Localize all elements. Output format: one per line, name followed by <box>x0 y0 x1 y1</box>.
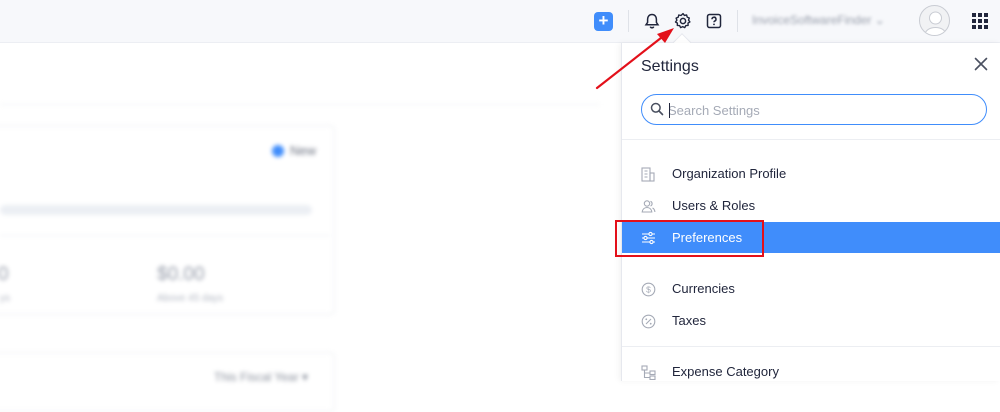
building-icon <box>640 166 656 182</box>
divider <box>628 10 629 32</box>
dollar-circle-icon: $ <box>640 281 656 297</box>
search-icon <box>650 102 664 116</box>
divider <box>622 139 1000 140</box>
menu-item-label: Taxes <box>672 313 706 328</box>
receivables-card <box>0 125 335 315</box>
menu-item-label: Preferences <box>672 230 743 245</box>
help-icon[interactable] <box>703 10 725 32</box>
new-badge-dot <box>272 145 284 157</box>
amount-right: $0.00 <box>157 264 205 285</box>
menu-item-expense-category[interactable]: Expense Category <box>622 356 1000 387</box>
menu-item-taxes[interactable]: Taxes <box>622 305 1000 336</box>
text-cursor <box>669 103 670 118</box>
menu-item-label: Expense Category <box>672 364 779 379</box>
menu-item-label: Organization Profile <box>672 166 787 181</box>
panel-title: Settings <box>641 58 699 75</box>
search-settings-field[interactable] <box>641 94 987 125</box>
amount-left: 0 <box>0 264 9 285</box>
menu-item-users-roles[interactable]: Users & Roles <box>622 190 1000 221</box>
organization-switcher[interactable]: InvoiceSoftwareFinder ⌄ <box>752 13 885 27</box>
search-settings-input[interactable] <box>668 100 978 120</box>
plus-icon[interactable]: + <box>594 12 613 31</box>
bell-icon[interactable] <box>641 10 663 32</box>
menu-item-organization-profile[interactable]: Organization Profile <box>622 158 1000 189</box>
hierarchy-icon <box>640 364 656 380</box>
settings-panel: Settings Organization Profile Users & Ro… <box>621 43 1000 381</box>
avatar[interactable] <box>919 5 950 36</box>
divider <box>0 104 600 105</box>
percent-circle-icon <box>640 313 656 329</box>
sliders-icon <box>640 230 656 246</box>
caption-left: ys <box>0 293 10 304</box>
menu-item-currencies[interactable]: $ Currencies <box>622 273 1000 304</box>
grid-icon[interactable] <box>972 13 988 29</box>
menu-item-preferences[interactable]: Preferences <box>622 222 1000 253</box>
divider <box>622 346 1000 347</box>
top-bar: + InvoiceSoftwareFinder ⌄ <box>0 0 1000 43</box>
progress-bar <box>0 205 312 215</box>
menu-item-label: Currencies <box>672 281 735 296</box>
divider <box>0 235 330 236</box>
divider <box>737 10 738 32</box>
users-icon <box>640 198 656 214</box>
close-icon[interactable] <box>972 55 990 73</box>
fiscal-year-filter: This Fiscal Year ▾ <box>214 370 309 384</box>
svg-text:$: $ <box>646 284 651 294</box>
menu-item-label: Users & Roles <box>672 198 756 213</box>
dashboard-background: New 0 ys $0.00 Above 45 days This Fiscal… <box>0 44 620 412</box>
gear-icon[interactable] <box>672 10 694 32</box>
caption-right: Above 45 days <box>157 293 224 304</box>
new-badge: New <box>290 143 317 158</box>
